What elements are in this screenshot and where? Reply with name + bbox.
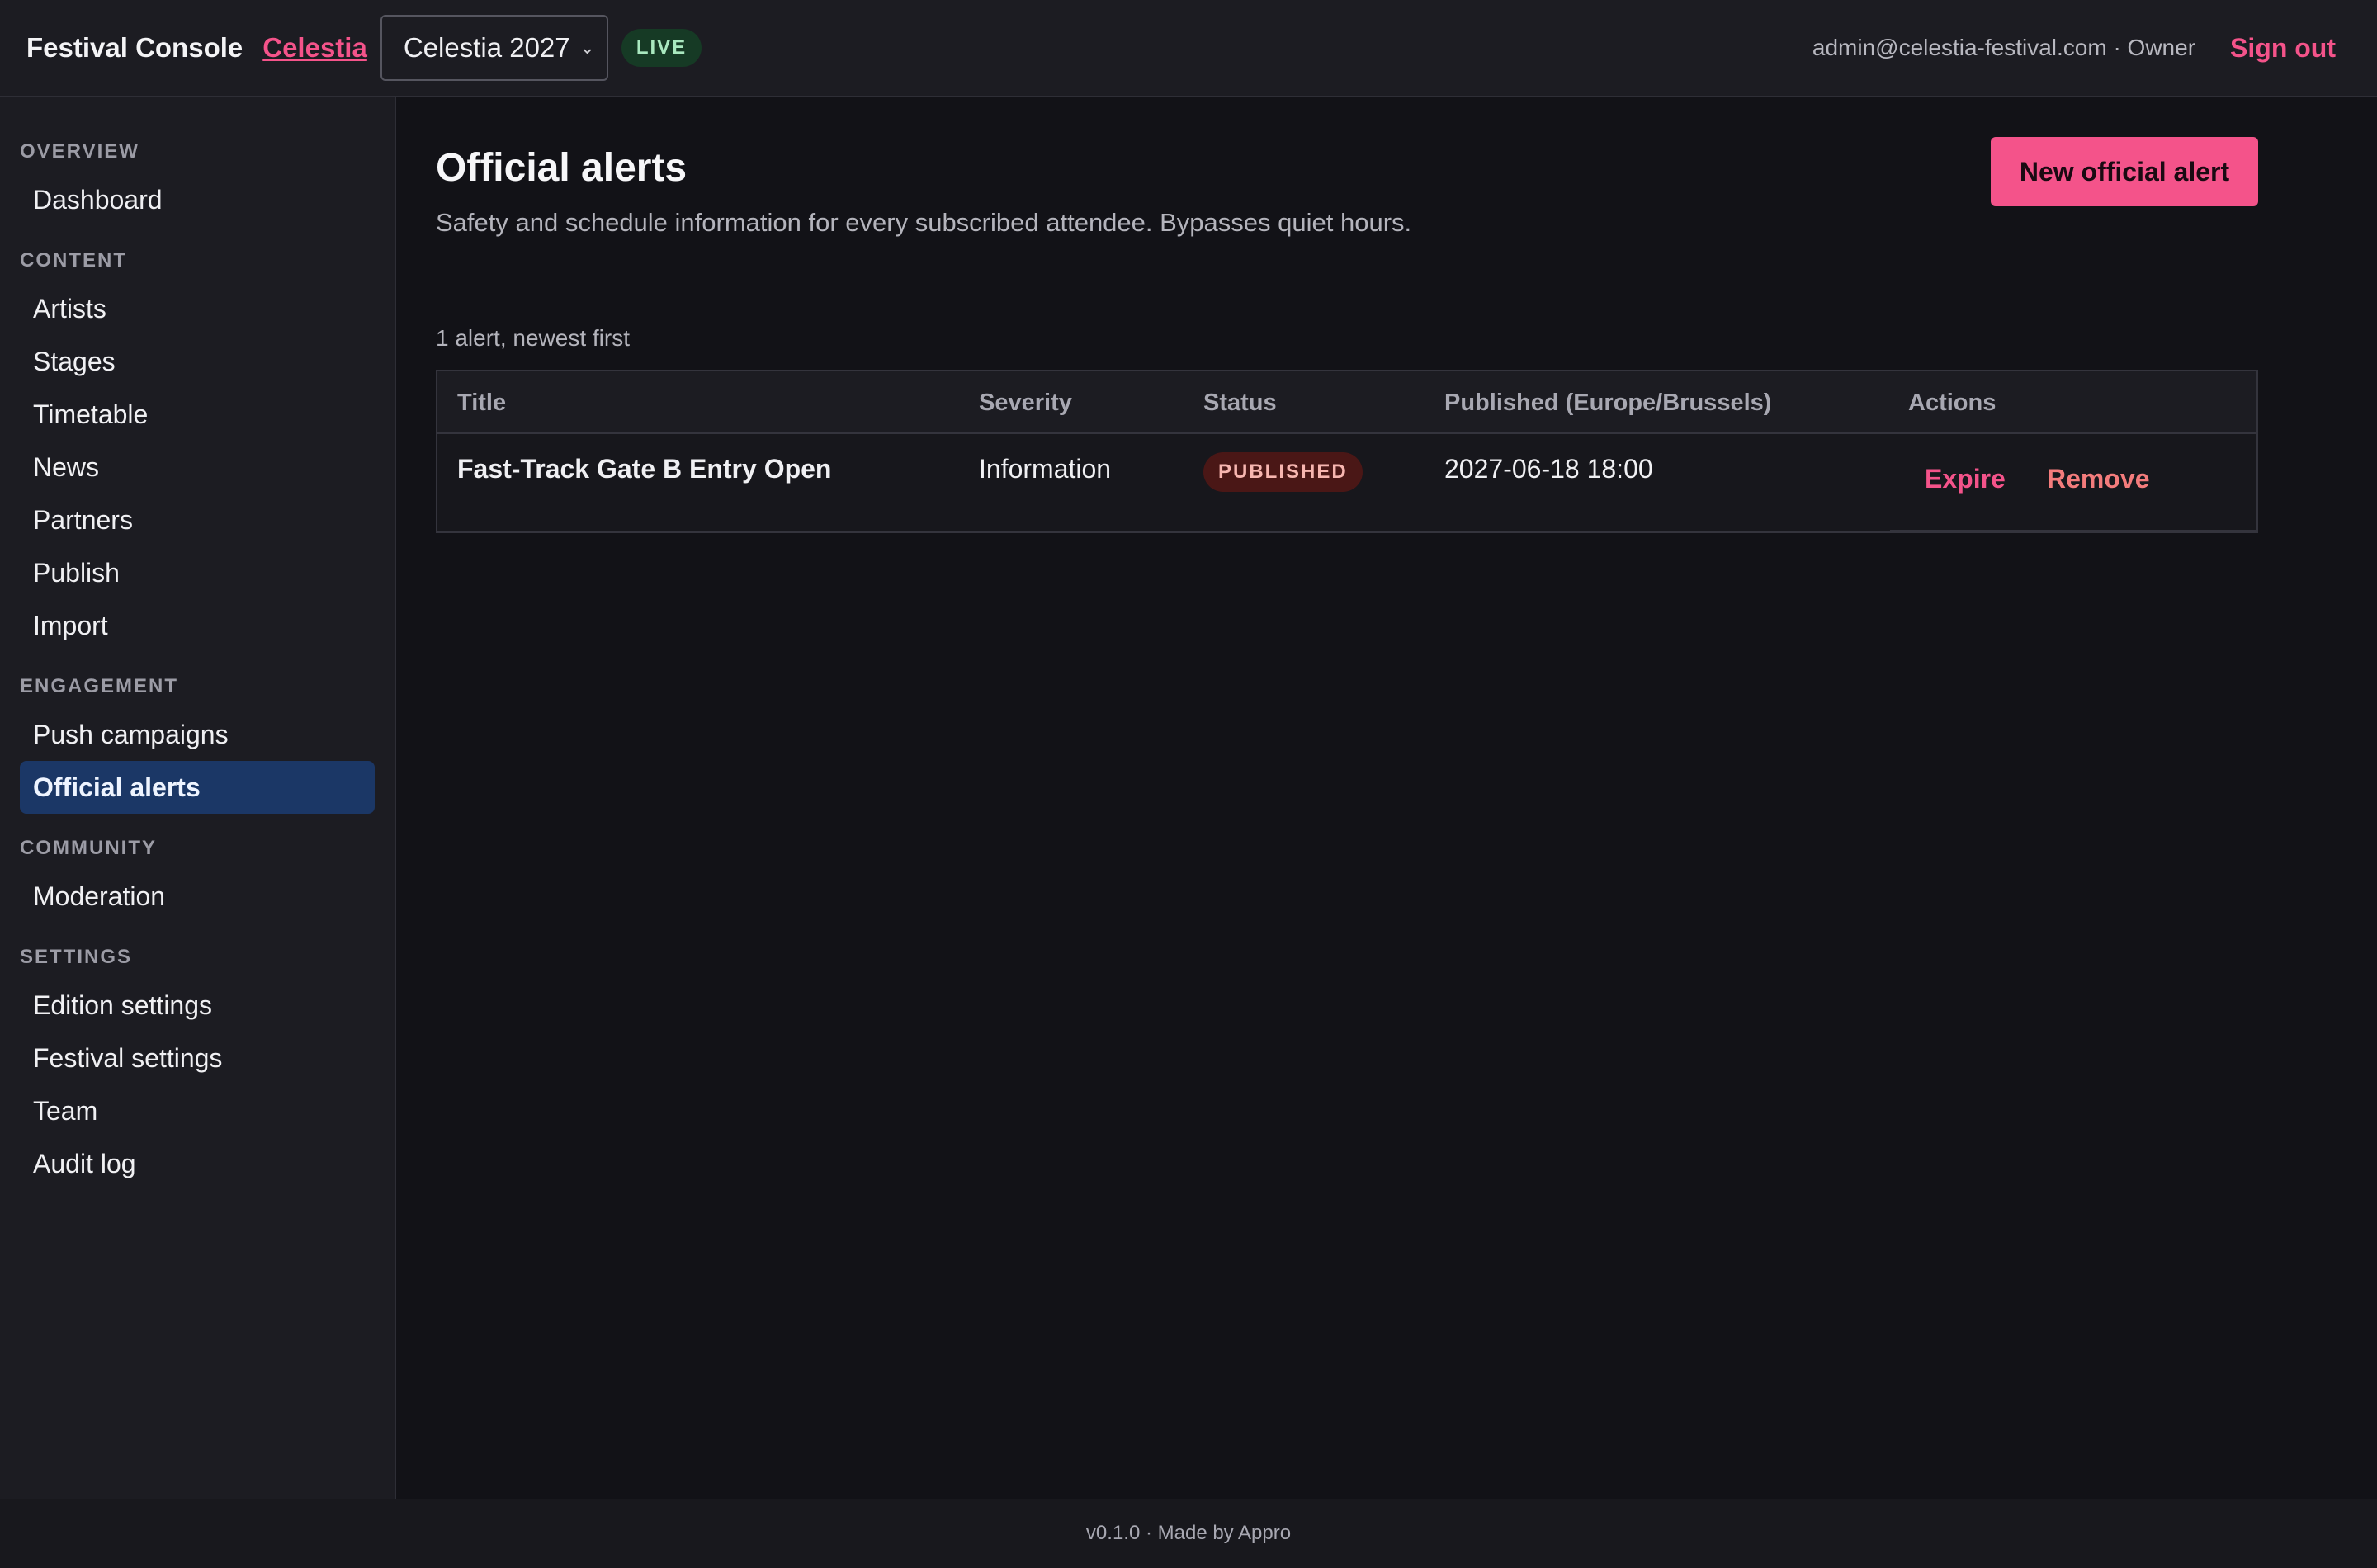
alerts-table: Title Severity Status Published (Europe/… — [436, 370, 2258, 533]
sidebar-item-news[interactable]: News — [20, 441, 375, 494]
edition-select-value: Celestia 2027 — [403, 32, 570, 63]
alert-title[interactable]: Fast-Track Gate B Entry Open — [457, 454, 831, 484]
organization-link[interactable]: Celestia — [262, 32, 367, 64]
column-header-published: Published (Europe/Brussels) — [1444, 389, 1772, 416]
sidebar-section-settings: SETTINGS — [20, 946, 133, 968]
edition-select[interactable]: Celestia 2027 ⌄ — [380, 15, 608, 81]
sidebar-item-moderation[interactable]: Moderation — [20, 870, 375, 923]
alert-published-time: 2027-06-18 18:00 — [1444, 454, 1653, 484]
live-badge: LIVE — [621, 29, 702, 67]
column-header-actions: Actions — [1908, 389, 1997, 416]
status-badge: PUBLISHED — [1203, 452, 1363, 492]
sidebar-item-partners[interactable]: Partners — [20, 494, 375, 546]
expire-button[interactable]: Expire — [1925, 464, 2006, 494]
page-title: Official alerts — [436, 146, 688, 190]
sidebar-item-dashboard[interactable]: Dashboard — [20, 173, 375, 226]
footer: v0.1.0 · Made by Appro — [0, 1499, 2377, 1568]
top-bar: Festival Console Celestia Celestia 2027 … — [0, 0, 2377, 97]
sidebar-item-team[interactable]: Team — [20, 1084, 375, 1137]
sidebar-section-content: CONTENT — [20, 249, 127, 272]
sidebar-section-overview: OVERVIEW — [20, 140, 139, 163]
sidebar-item-official-alerts[interactable]: Official alerts — [20, 761, 375, 814]
sidebar-item-timetable[interactable]: Timetable — [20, 388, 375, 441]
sidebar-item-edition-settings[interactable]: Edition settings — [20, 979, 375, 1032]
sidebar-item-import[interactable]: Import — [20, 599, 375, 652]
sidebar-item-festival-settings[interactable]: Festival settings — [20, 1032, 375, 1084]
sidebar-item-artists[interactable]: Artists — [20, 282, 375, 335]
sidebar-item-audit-log[interactable]: Audit log — [20, 1137, 375, 1190]
sidebar-item-push-campaigns[interactable]: Push campaigns — [20, 708, 375, 761]
sidebar-section-community: COMMUNITY — [20, 837, 157, 859]
app-brand: Festival Console — [26, 32, 243, 63]
alert-severity: Information — [979, 454, 1112, 484]
main-content: Official alerts Safety and schedule info… — [398, 99, 2377, 1499]
table-header: Title Severity Status Published (Europe/… — [437, 371, 2256, 434]
new-official-alert-button[interactable]: New official alert — [1991, 137, 2258, 206]
chevron-down-icon: ⌄ — [579, 37, 595, 58]
page-subtitle: Safety and schedule information for ever… — [436, 208, 1412, 237]
sidebar-item-stages[interactable]: Stages — [20, 335, 375, 388]
sidebar-section-engagement: ENGAGEMENT — [20, 675, 179, 697]
column-header-status: Status — [1203, 389, 1277, 416]
user-info: admin@celestia-festival.com · Owner — [1812, 35, 2196, 60]
footer-version: v0.1.0 · Made by Appro — [1085, 1522, 1292, 1544]
sign-out-button[interactable]: Sign out — [2230, 33, 2336, 64]
sidebar-item-publish[interactable]: Publish — [20, 546, 375, 599]
column-header-severity: Severity — [979, 389, 1072, 416]
remove-button[interactable]: Remove — [2047, 464, 2150, 494]
sidebar: OVERVIEW Dashboard CONTENT Artists Stage… — [0, 97, 396, 1499]
row-actions: Expire Remove — [1890, 434, 2258, 531]
column-header-title: Title — [457, 389, 507, 416]
alert-count: 1 alert, newest first — [436, 325, 630, 351]
